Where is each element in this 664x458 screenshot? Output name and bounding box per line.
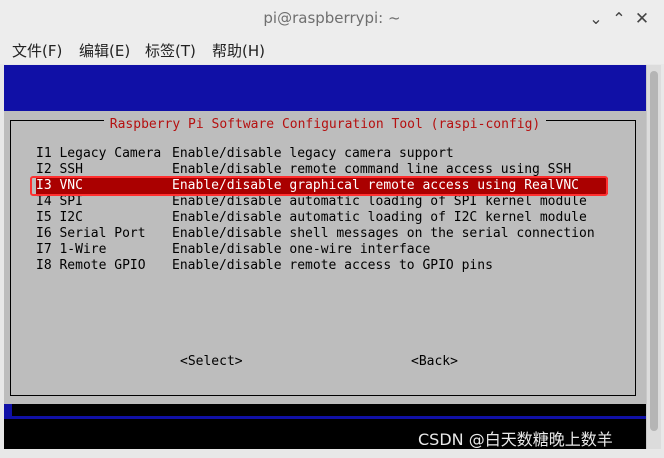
option-desc: Enable/disable remote access to GPIO pin…: [172, 258, 493, 273]
option-desc: Enable/disable one-wire interface: [172, 242, 431, 257]
option-code: I8 Remote GPIO: [36, 258, 146, 273]
option-code: I7 1-Wire: [36, 242, 107, 257]
option-code: I1 Legacy Camera: [36, 146, 162, 161]
watermark: CSDN @白天数糖晚上数羊: [418, 430, 613, 449]
option-row-i1[interactable]: I1 Legacy Camera Enable/disable legacy ca…: [36, 146, 608, 162]
option-code: I5 I2C: [36, 210, 83, 225]
maximize-icon[interactable]: ⌃: [609, 9, 629, 29]
menu-bar: 文件(F) 编辑(E) 标签(T) 帮助(H): [0, 36, 664, 64]
option-code: I4 SPI: [36, 194, 83, 209]
option-desc: Enable/disable legacy camera support: [172, 146, 454, 161]
select-button[interactable]: <Select>: [180, 354, 243, 369]
menu-edit[interactable]: 编辑(E): [79, 40, 130, 61]
option-desc: Enable/disable automatic loading of I2C …: [172, 210, 587, 225]
terminal-window: pi@raspberrypi: ~ ⌄ ⌃ ✕ 文件(F) 编辑(E) 标签(T…: [0, 0, 664, 458]
option-code: I6 Serial Port: [36, 226, 146, 241]
dialog-title: Raspberry Pi Software Configuration Tool…: [103, 117, 547, 133]
interface-options-list: I1 Legacy Camera Enable/disable legacy ca…: [36, 146, 608, 274]
menu-tabs[interactable]: 标签(T): [145, 40, 196, 61]
scrollbar-thumb[interactable]: [650, 71, 658, 431]
option-row-i6[interactable]: I6 Serial Port Enable/disable shell messa…: [36, 226, 608, 242]
highlight-annotation: [30, 176, 608, 196]
dialog-shadow: [12, 404, 646, 416]
option-desc: Enable/disable shell messages on the ser…: [172, 226, 595, 241]
option-desc: Enable/disable automatic loading of SPI …: [172, 194, 587, 209]
option-row-i8[interactable]: I8 Remote GPIO Enable/disable remote acce…: [36, 258, 608, 274]
option-desc: Enable/disable remote command line acces…: [172, 162, 572, 177]
minimize-icon[interactable]: ⌄: [586, 9, 606, 29]
option-row-i4[interactable]: I4 SPI Enable/disable automatic loading o…: [36, 194, 608, 210]
menu-file[interactable]: 文件(F): [12, 40, 62, 61]
title-bar[interactable]: pi@raspberrypi: ~ ⌄ ⌃ ✕: [0, 0, 664, 37]
back-button[interactable]: <Back>: [411, 354, 458, 369]
close-icon[interactable]: ✕: [632, 9, 652, 29]
option-row-i7[interactable]: I7 1-Wire Enable/disable one-wire interfa…: [36, 242, 608, 258]
option-row-i5[interactable]: I5 I2C Enable/disable automatic loading o…: [36, 210, 608, 226]
menu-help[interactable]: 帮助(H): [212, 40, 265, 61]
window-title: pi@raspberrypi: ~: [263, 9, 401, 27]
